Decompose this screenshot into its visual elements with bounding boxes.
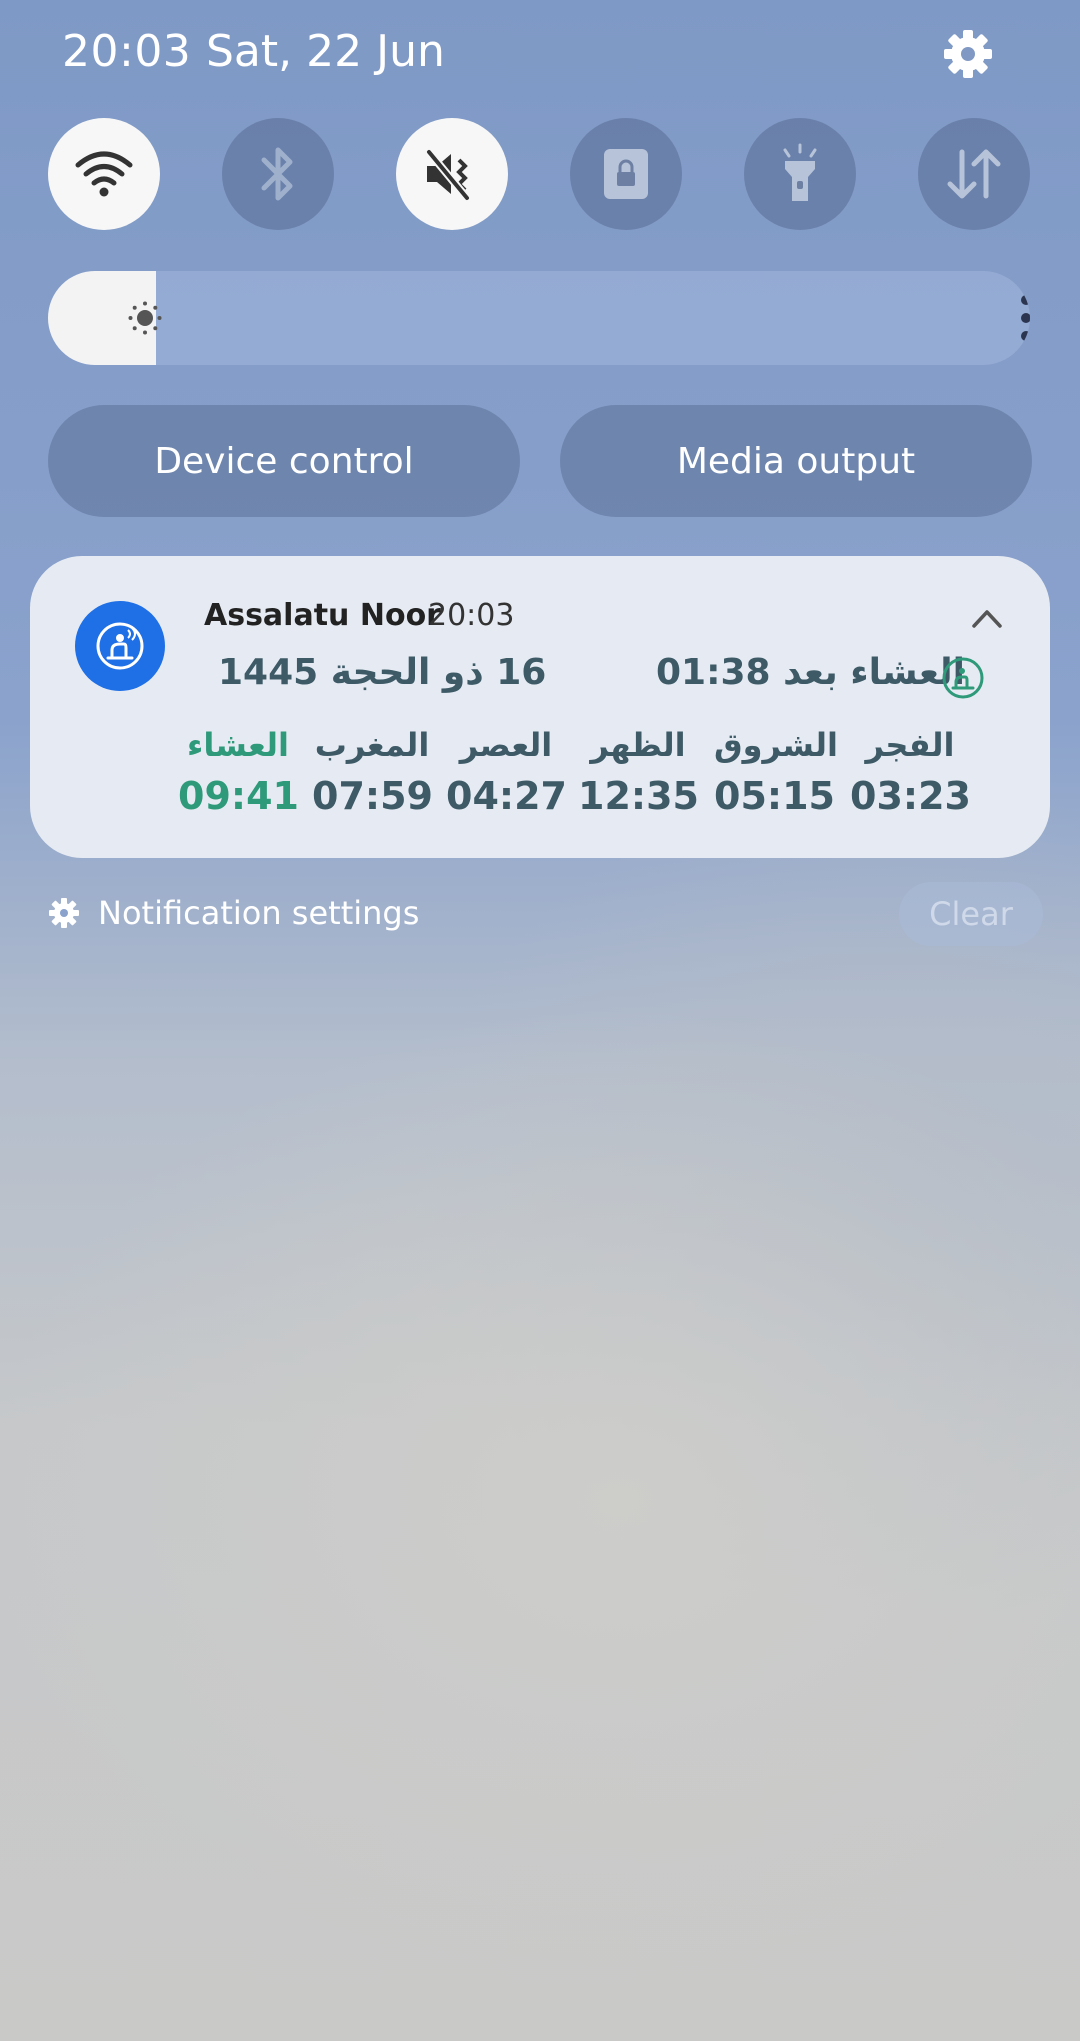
prayer-time: 07:59 [312,774,433,818]
prayer-dhuhr: الظهر 12:35 [578,722,699,818]
prayer-name: العشاء [187,726,289,764]
brightness-slider[interactable] [48,271,1030,365]
prayer-time: 12:35 [578,774,699,818]
chevron-up-icon[interactable] [970,606,1004,630]
prayer-isha: العشاء 09:41 [178,722,299,818]
prayer-person-icon [96,622,144,670]
notification-settings-button[interactable]: Notification settings [48,894,419,932]
prayer-time: 03:23 [850,774,971,818]
prayer-name: العصر [459,726,553,764]
prayer-maghrib: المغرب 07:59 [312,722,433,818]
flashlight-icon [783,143,817,201]
screen-lock-toggle[interactable] [570,118,682,230]
prayer-sunrise: الشروق 05:15 [714,722,838,818]
more-options-icon[interactable] [1008,293,1030,343]
mute-toggle[interactable] [396,118,508,230]
prayer-name: المغرب [314,726,430,764]
prayer-indicator-icon [941,656,985,700]
prayer-name: الظهر [590,726,686,764]
data-transfer-icon [947,149,1001,199]
notification-settings-label: Notification settings [98,894,420,932]
mobile-data-toggle[interactable] [918,118,1030,230]
bluetooth-toggle[interactable] [222,118,334,230]
status-date: Sat, 22 Jun [206,26,445,77]
prayer-notification-card[interactable]: Assalatu Noor 20:03 16 ذو الحجة 1445 الع… [30,556,1050,858]
status-time: 20:03 [62,26,192,77]
notification-time: 20:03 [428,598,515,633]
prayer-time: 09:41 [178,774,299,818]
app-icon [75,601,165,691]
wifi-icon [75,151,133,197]
lock-icon [604,149,648,199]
sound-mute-icon [425,149,471,201]
flashlight-toggle[interactable] [744,118,856,230]
prayer-name: الفجر [865,726,955,764]
app-name: Assalatu Noor [204,598,441,633]
settings-gear-icon[interactable] [940,26,996,82]
wifi-toggle[interactable] [48,118,160,230]
clear-button[interactable]: Clear [899,882,1043,946]
prayer-name: الشروق [714,726,838,764]
prayer-time: 04:27 [446,774,567,818]
prayer-fajr: الفجر 03:23 [850,722,971,818]
prayer-asr: العصر 04:27 [446,722,567,818]
prayer-time: 05:15 [714,774,835,818]
next-prayer-countdown: العشاء بعد 01:38 [655,652,965,693]
hijri-date: 16 ذو الحجة 1445 [218,652,547,693]
bluetooth-icon [261,147,293,201]
brightness-sun-icon [128,301,162,335]
device-control-button[interactable]: Device control [48,405,520,517]
media-output-button[interactable]: Media output [560,405,1032,517]
gear-icon [49,898,79,928]
